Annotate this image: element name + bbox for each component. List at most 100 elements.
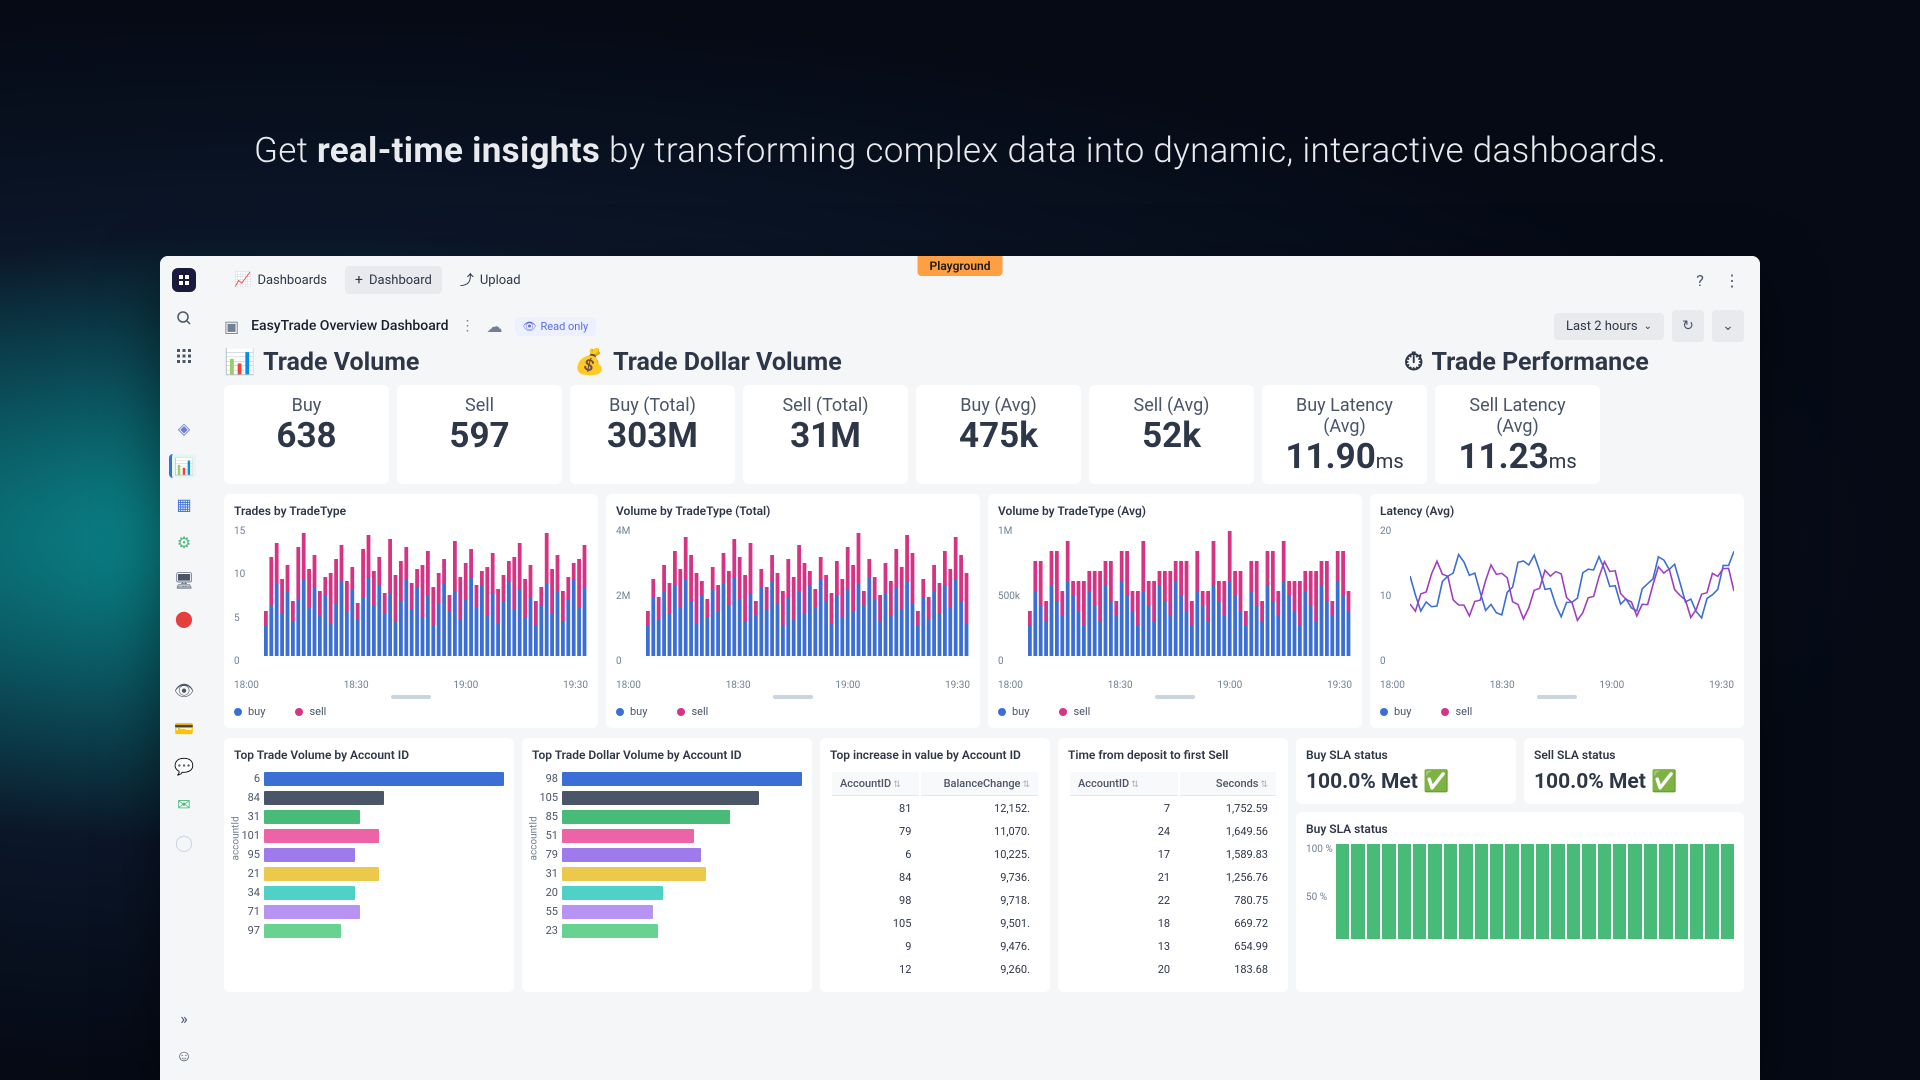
nav-cube-icon[interactable]: ◈: [172, 416, 196, 440]
scroll-hint[interactable]: [773, 695, 813, 699]
eye-icon: 👁: [523, 320, 537, 333]
nav-globe-icon[interactable]: ⚙: [172, 530, 196, 554]
sla-bar: [1459, 844, 1472, 939]
sort-icon[interactable]: ⇅: [1131, 780, 1139, 790]
table-row[interactable]: 1059,501.: [832, 913, 1038, 934]
logo-icon[interactable]: [172, 268, 196, 292]
table-row[interactable]: 171,589.83: [1070, 844, 1276, 865]
nav-alert-icon[interactable]: ⬤: [172, 606, 196, 630]
table-row[interactable]: 849,736.: [832, 867, 1038, 888]
deposit-table[interactable]: AccountID⇅Seconds⇅71,752.59241,649.56171…: [1068, 770, 1278, 982]
table-row[interactable]: 211,256.76: [1070, 867, 1276, 888]
chart-title: Volume by TradeType (Total): [616, 504, 970, 518]
chart-plot[interactable]: 151050: [234, 526, 588, 676]
legend-dot-buy: [998, 708, 1006, 716]
sort-icon[interactable]: ⇅: [1022, 780, 1030, 790]
hbar: [562, 867, 706, 881]
hbar: [562, 905, 653, 919]
hbar-label: 34: [234, 886, 260, 899]
table-header[interactable]: AccountID⇅: [832, 772, 919, 796]
sla-bar: [1367, 844, 1380, 939]
add-dashboard-button[interactable]: +Dashboard: [345, 266, 442, 294]
time-range-selector[interactable]: Last 2 hours⌄: [1554, 313, 1664, 340]
scroll-hint[interactable]: [1537, 695, 1577, 699]
increase-table[interactable]: AccountID⇅BalanceChange⇅8112,152.7911,07…: [830, 770, 1040, 982]
sla-bar-chart[interactable]: 100 % 50 %: [1306, 844, 1734, 939]
hbar: [264, 905, 360, 919]
chart-legend: buy sell: [234, 705, 588, 718]
nav-binoculars-icon[interactable]: 👁: [172, 678, 196, 702]
sla-bar: [1644, 844, 1657, 939]
chart-plot[interactable]: 1M500k0: [998, 526, 1352, 676]
table-row[interactable]: 8112,152.: [832, 798, 1038, 819]
chart-plot[interactable]: 4M2M0: [616, 526, 970, 676]
sla-bar: [1475, 844, 1488, 939]
kpi-label: Sell (Total): [755, 395, 896, 416]
more-icon[interactable]: ⋮: [1720, 268, 1744, 292]
refresh-options-button[interactable]: ⌄: [1712, 310, 1744, 342]
legend-dot-sell: [1059, 708, 1067, 716]
table-header[interactable]: Seconds⇅: [1180, 772, 1276, 796]
dashboards-tab[interactable]: 📈Dashboards: [224, 266, 337, 294]
nav-card-icon[interactable]: 💳: [172, 716, 196, 740]
hbar-row: 79: [562, 846, 802, 863]
nav-grid-icon[interactable]: ▦: [172, 492, 196, 516]
money-bag-icon: 💰: [574, 348, 605, 377]
table-row[interactable]: 241,649.56: [1070, 821, 1276, 842]
user-avatar-icon[interactable]: ☺: [172, 1044, 196, 1068]
scroll-hint[interactable]: [391, 695, 431, 699]
chart-title: Volume by TradeType (Avg): [998, 504, 1352, 518]
sort-icon[interactable]: ⇅: [893, 780, 901, 790]
table-header[interactable]: BalanceChange⇅: [921, 772, 1038, 796]
hbar-row: 21: [264, 865, 504, 882]
nav-chart-icon[interactable]: 📊: [169, 454, 196, 478]
table-row[interactable]: 20183.68: [1070, 959, 1276, 980]
top-increase-card: Top increase in value by Account ID Acco…: [820, 738, 1050, 992]
legend-dot-buy: [234, 708, 242, 716]
nav-bubble-icon[interactable]: 💬: [172, 754, 196, 778]
menu-icon[interactable]: ⋮: [461, 318, 475, 334]
table-row[interactable]: 129,260.: [832, 959, 1038, 980]
nav-mail-icon[interactable]: ✉: [172, 792, 196, 816]
table-header[interactable]: AccountID⇅: [1070, 772, 1178, 796]
sort-icon[interactable]: ⇅: [1260, 780, 1268, 790]
kpi-card: Buy (Avg) 475k: [916, 385, 1081, 484]
apps-icon[interactable]: [172, 344, 196, 368]
sla-bar: [1659, 844, 1672, 939]
card-title: Buy SLA status: [1306, 822, 1734, 836]
nav-monitor-icon[interactable]: 🖥: [172, 568, 196, 592]
table-row[interactable]: 610,225.: [832, 844, 1038, 865]
hbar-chart-volume[interactable]: accountId 6 84 31 101 95 21 34 71 97: [234, 770, 504, 939]
table-row[interactable]: 7911,070.: [832, 821, 1038, 842]
help-icon[interactable]: ?: [1688, 268, 1712, 292]
table-row[interactable]: 22780.75: [1070, 890, 1276, 911]
cloud-icon[interactable]: ☁: [487, 317, 503, 336]
hbar-label: 105: [532, 791, 558, 804]
table-row[interactable]: 71,752.59: [1070, 798, 1276, 819]
playground-badge: Playground: [918, 256, 1003, 276]
hbar: [264, 886, 355, 900]
table-row[interactable]: 99,476.: [832, 936, 1038, 957]
chart-row-1: Trades by TradeType 151050 18:0018:3019:…: [224, 494, 1744, 728]
hbar-chart-dollar[interactable]: accountId 98 105 85 51 79 31 20 55 23: [532, 770, 802, 939]
hbar: [264, 810, 360, 824]
chart-card: Trades by TradeType 151050 18:0018:3019:…: [224, 494, 598, 728]
hbar: [264, 829, 379, 843]
table-row[interactable]: 18669.72: [1070, 913, 1276, 934]
expand-icon[interactable]: »: [172, 1006, 196, 1030]
upload-button[interactable]: ⤴Upload: [450, 264, 531, 296]
refresh-button[interactable]: ↻: [1672, 310, 1704, 342]
nav-ring-icon[interactable]: ◯: [172, 830, 196, 854]
scroll-hint[interactable]: [1155, 695, 1195, 699]
search-icon[interactable]: [172, 306, 196, 330]
chart-plot[interactable]: 20100: [1380, 526, 1734, 676]
table-row[interactable]: 13654.99: [1070, 936, 1276, 957]
hbar: [562, 791, 759, 805]
kpi-value: 303M: [582, 418, 723, 453]
pin-icon[interactable]: ▣: [224, 317, 239, 336]
kpi-label: Buy: [236, 395, 377, 416]
plus-icon: +: [355, 272, 363, 288]
table-row[interactable]: 989,718.: [832, 890, 1038, 911]
kpi-label: Sell Latency (Avg): [1447, 395, 1588, 437]
chart-card: Latency (Avg) 20100 18:0018:3019:0019:30…: [1370, 494, 1744, 728]
